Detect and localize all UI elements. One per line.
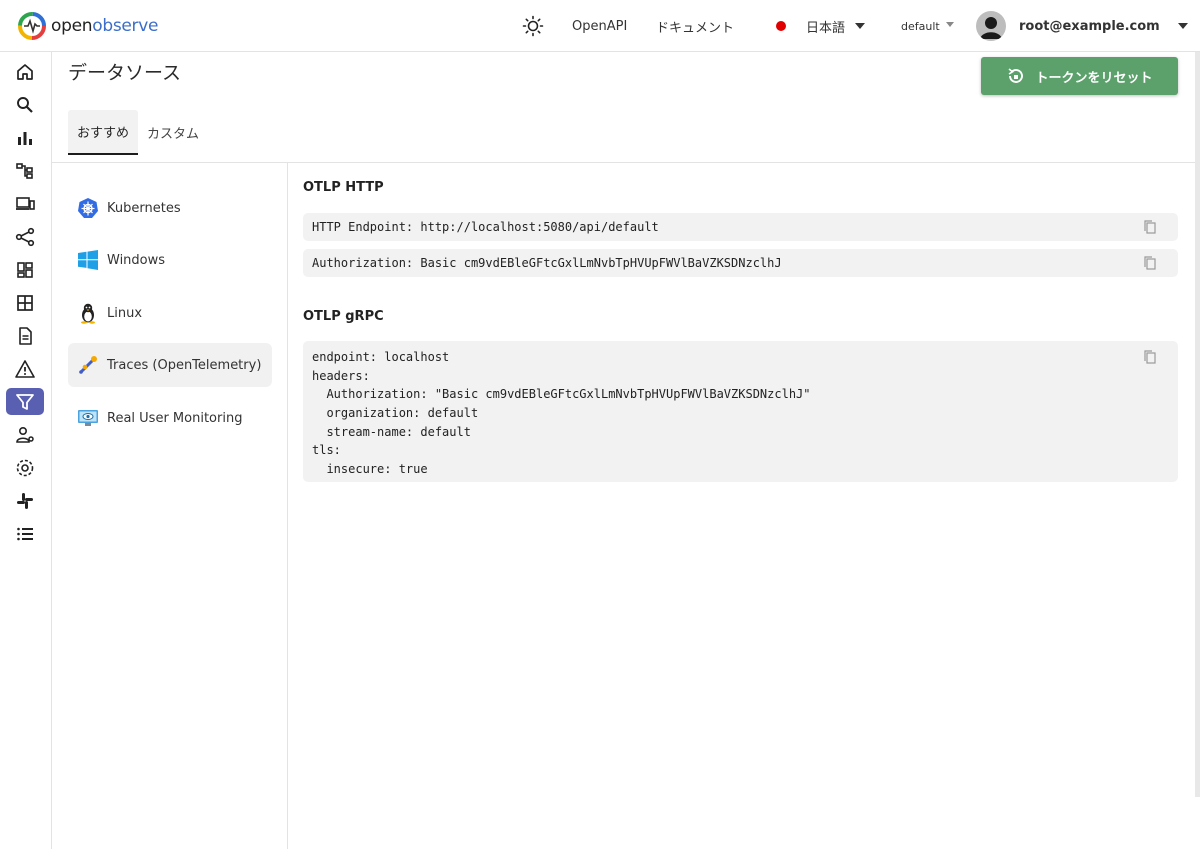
source-label: Kubernetes bbox=[107, 200, 181, 216]
windows-icon bbox=[78, 250, 98, 270]
caret-down-icon bbox=[855, 23, 866, 29]
nav-dashboards[interactable] bbox=[6, 256, 44, 283]
dashboards-icon bbox=[17, 261, 33, 278]
traces-icon bbox=[16, 162, 33, 179]
pipelines-icon bbox=[15, 227, 35, 246]
docs-link[interactable]: ドキュメント bbox=[656, 0, 734, 52]
rum-icon bbox=[16, 196, 35, 210]
otlp-grpc-title: OTLP gRPC bbox=[303, 309, 384, 324]
nav-rum[interactable] bbox=[6, 190, 44, 217]
nav-home[interactable] bbox=[6, 58, 44, 85]
user-email: root@example.com bbox=[1019, 18, 1160, 34]
nav-iam[interactable] bbox=[6, 421, 44, 448]
http-endpoint-text: HTTP Endpoint: http://localhost:5080/api… bbox=[312, 220, 659, 234]
sun-icon bbox=[522, 15, 544, 37]
org-selector[interactable]: default bbox=[901, 0, 954, 52]
metrics-icon bbox=[18, 131, 32, 145]
settings-icon bbox=[16, 459, 34, 476]
kubernetes-icon bbox=[78, 198, 98, 218]
nav-pipelines[interactable] bbox=[6, 223, 44, 250]
code-line: insecure: true bbox=[312, 462, 428, 477]
logo-text: openobserve bbox=[51, 16, 158, 36]
iam-icon bbox=[16, 426, 34, 443]
home-icon bbox=[17, 63, 33, 80]
page-title: データソース bbox=[68, 62, 182, 84]
alerts-icon bbox=[15, 359, 35, 378]
language-label: 日本語 bbox=[806, 20, 846, 36]
nav-streams[interactable] bbox=[6, 289, 44, 316]
nav-reports[interactable] bbox=[6, 322, 44, 349]
rum-monitor-icon bbox=[78, 410, 98, 426]
source-kubernetes[interactable]: Kubernetes bbox=[68, 186, 272, 230]
top-header: openobserve OpenAPI ドキュメント 日本語 default r… bbox=[0, 0, 1200, 52]
tabs: おすすめ カスタム bbox=[68, 110, 208, 155]
source-label: Real User Monitoring bbox=[107, 410, 243, 426]
caret-down-icon bbox=[1177, 23, 1188, 29]
source-label: Linux bbox=[107, 305, 143, 321]
code-line: headers: bbox=[312, 368, 370, 383]
avatar-icon bbox=[976, 11, 1006, 41]
code-line: endpoint: localhost bbox=[312, 350, 450, 364]
nav-settings[interactable] bbox=[6, 454, 44, 481]
ingestion-icon bbox=[16, 393, 34, 410]
slack-icon bbox=[17, 492, 33, 509]
http-endpoint-field: HTTP Endpoint: http://localhost:5080/api… bbox=[303, 213, 1178, 241]
source-opentelemetry[interactable]: Traces (OpenTelemetry) bbox=[68, 343, 272, 387]
search-icon bbox=[17, 96, 33, 113]
code-line: organization: default bbox=[312, 406, 479, 421]
nav-about[interactable] bbox=[6, 520, 44, 547]
source-windows[interactable]: Windows bbox=[68, 238, 272, 282]
copy-icon[interactable] bbox=[1144, 256, 1156, 270]
openapi-link[interactable]: OpenAPI bbox=[572, 0, 627, 52]
source-label: Traces (OpenTelemetry) bbox=[107, 357, 262, 373]
nav-ingestion[interactable] bbox=[6, 388, 44, 415]
logo-text-observe: observe bbox=[92, 16, 159, 36]
nav-alerts[interactable] bbox=[6, 355, 44, 382]
nav-search[interactable] bbox=[6, 91, 44, 118]
logo-icon bbox=[18, 12, 46, 40]
grpc-config-block: endpoint: localhost headers: Authorizati… bbox=[303, 341, 1178, 482]
reset-token-button[interactable]: トークンをリセット bbox=[981, 57, 1178, 95]
authorization-field: Authorization: Basic cm9vdEBleGFtcGxlLmN… bbox=[303, 249, 1178, 277]
org-label: default bbox=[901, 19, 940, 33]
opentelemetry-icon bbox=[79, 356, 97, 374]
reports-icon bbox=[19, 326, 32, 345]
tab-custom[interactable]: カスタム bbox=[138, 110, 208, 155]
copy-icon[interactable] bbox=[1144, 220, 1156, 234]
page-scrollbar[interactable] bbox=[1195, 52, 1200, 797]
authorization-text: Authorization: Basic cm9vdEBleGFtcGxlLmN… bbox=[312, 256, 782, 270]
theme-toggle-button[interactable] bbox=[522, 0, 544, 52]
nav-metrics[interactable] bbox=[6, 124, 44, 151]
code-line: stream-name: default bbox=[312, 424, 471, 439]
tab-recommended[interactable]: おすすめ bbox=[68, 110, 139, 155]
source-rum[interactable]: Real User Monitoring bbox=[68, 396, 272, 440]
about-icon bbox=[17, 527, 33, 540]
reset-icon bbox=[1008, 68, 1024, 83]
divider bbox=[287, 163, 288, 849]
otlp-http-title: OTLP HTTP bbox=[303, 180, 384, 195]
sidebar bbox=[0, 52, 52, 849]
code-line: Authorization: "Basic cm9vdEBleGFtcGxlLm… bbox=[312, 387, 811, 402]
source-label: Windows bbox=[107, 252, 166, 268]
copy-icon[interactable] bbox=[1144, 350, 1156, 364]
caret-down-icon bbox=[945, 22, 954, 27]
linux-icon bbox=[81, 303, 95, 324]
status-dot bbox=[776, 21, 786, 31]
language-selector[interactable]: 日本語 bbox=[776, 0, 866, 52]
nav-slack[interactable] bbox=[6, 487, 44, 514]
openobserve-logo[interactable]: openobserve bbox=[17, 11, 158, 41]
reset-token-label: トークンをリセット bbox=[1035, 70, 1153, 86]
nav-traces[interactable] bbox=[6, 157, 44, 184]
code-line: tls: bbox=[312, 443, 341, 458]
streams-icon bbox=[17, 294, 33, 311]
source-linux[interactable]: Linux bbox=[68, 291, 272, 335]
user-menu[interactable]: root@example.com bbox=[976, 0, 1188, 52]
logo-text-open: open bbox=[51, 16, 93, 36]
divider bbox=[52, 162, 1200, 163]
